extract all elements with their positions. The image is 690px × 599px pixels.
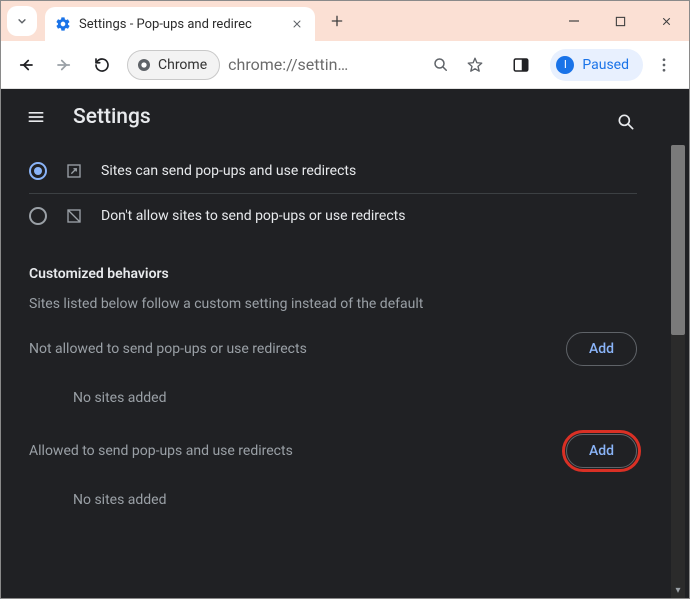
new-tab-button[interactable] — [323, 7, 351, 35]
reload-button[interactable] — [85, 48, 119, 82]
profile-chip[interactable]: I Paused — [550, 49, 643, 81]
content-area: Sites can send pop-ups and use redirects… — [1, 145, 689, 598]
arrow-left-icon — [17, 56, 35, 74]
menu-button[interactable] — [19, 100, 53, 134]
radio-selected-icon — [29, 162, 47, 180]
url-text: chrome://settin… — [228, 55, 424, 74]
minimize-button[interactable] — [551, 1, 597, 41]
gear-icon — [55, 16, 71, 32]
tab-title: Settings - Pop-ups and redirec — [79, 17, 281, 32]
customized-description: Sites listed below follow a custom setti… — [29, 296, 637, 312]
reload-icon — [93, 56, 111, 74]
bookmark-button[interactable] — [458, 48, 492, 82]
blocked-list-label: Not allowed to send pop-ups or use redir… — [29, 341, 307, 357]
add-allowed-site-button[interactable]: Add — [566, 434, 637, 468]
profile-avatar: I — [556, 56, 574, 74]
option-block-popups[interactable]: Don't allow sites to send pop-ups or use… — [29, 194, 637, 238]
zoom-button[interactable] — [424, 48, 458, 82]
browser-window: Settings - Pop-ups and redirec Chrome ch… — [0, 0, 690, 599]
option-allow-label: Sites can send pop-ups and use redirects — [101, 163, 356, 179]
tab-close-button[interactable] — [289, 16, 305, 32]
search-settings-button[interactable] — [609, 105, 643, 139]
blocked-list-empty: No sites added — [29, 366, 637, 414]
option-allow-popups[interactable]: Sites can send pop-ups and use redirects — [29, 149, 637, 193]
window-controls — [551, 1, 689, 41]
maximize-button[interactable] — [597, 1, 643, 41]
star-icon — [466, 56, 484, 74]
chrome-logo-icon — [136, 57, 152, 73]
hamburger-icon — [26, 107, 46, 127]
scrollbar-thumb[interactable] — [671, 145, 685, 335]
allowed-list-empty: No sites added — [29, 468, 637, 516]
settings-header: Settings — [1, 89, 689, 145]
allowed-list-label: Allowed to send pop-ups and use redirect… — [29, 443, 293, 459]
back-button[interactable] — [9, 48, 43, 82]
add-blocked-site-button[interactable]: Add — [566, 332, 637, 366]
customized-behaviors-section: Customized behaviors Sites listed below … — [1, 238, 665, 312]
address-bar[interactable]: Chrome chrome://settin… — [127, 48, 492, 82]
option-block-label: Don't allow sites to send pop-ups or use… — [101, 208, 405, 224]
scroll-down-arrow[interactable]: ▾ — [671, 584, 685, 598]
profile-initial: I — [564, 58, 567, 71]
title-bar: Settings - Pop-ups and redirec — [1, 1, 689, 41]
close-icon — [291, 18, 303, 30]
popup-blocked-icon — [65, 207, 83, 225]
settings-page: Settings Sites can send pop-ups and use … — [1, 89, 689, 598]
tab-search-dropdown[interactable] — [7, 6, 37, 36]
maximize-icon — [615, 16, 626, 27]
dots-vertical-icon — [655, 56, 673, 74]
popup-open-icon — [65, 162, 83, 180]
blocked-sites-list: Not allowed to send pop-ups or use redir… — [1, 312, 665, 414]
scrollbar[interactable]: ▴ ▾ — [665, 145, 689, 598]
radio-unselected-icon — [29, 207, 47, 225]
forward-button[interactable] — [47, 48, 81, 82]
search-icon — [616, 112, 636, 132]
arrow-right-icon — [55, 56, 73, 74]
overflow-menu-button[interactable] — [647, 48, 681, 82]
toolbar: Chrome chrome://settin… I Paused — [1, 41, 689, 89]
profile-status-label: Paused — [582, 57, 629, 73]
origin-chip[interactable]: Chrome — [127, 50, 220, 80]
close-window-button[interactable] — [643, 1, 689, 41]
allowed-sites-list: Allowed to send pop-ups and use redirect… — [1, 414, 665, 516]
customized-heading: Customized behaviors — [29, 266, 637, 282]
side-panel-icon — [512, 56, 530, 74]
side-panel-button[interactable] — [504, 48, 538, 82]
close-icon — [660, 15, 673, 28]
zoom-icon — [432, 56, 450, 74]
minimize-icon — [568, 15, 580, 27]
origin-chip-label: Chrome — [158, 57, 207, 73]
chevron-down-icon — [15, 14, 29, 28]
browser-tab[interactable]: Settings - Pop-ups and redirec — [45, 7, 315, 41]
plus-icon — [329, 13, 345, 29]
page-title: Settings — [73, 105, 151, 129]
